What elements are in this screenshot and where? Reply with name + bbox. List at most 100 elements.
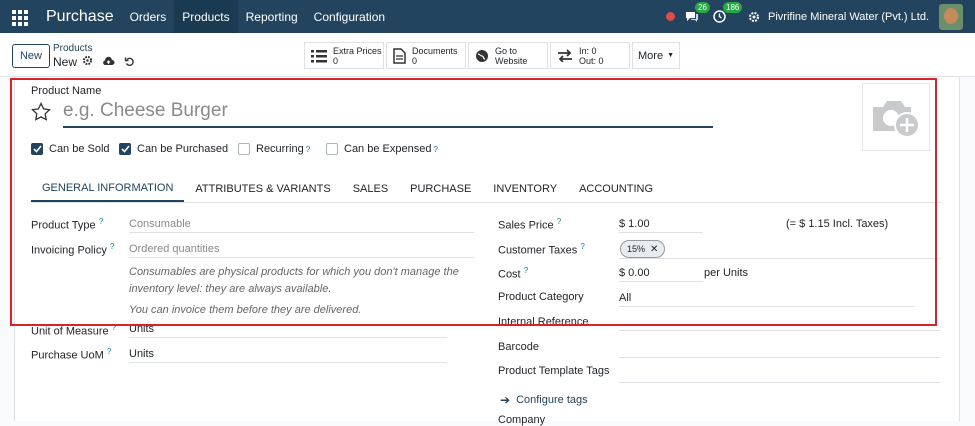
messages-button[interactable]: 26	[685, 2, 710, 23]
tax-tag-label: 15%	[627, 244, 646, 254]
in-out-button[interactable]: In: 0 Out: 0	[550, 42, 630, 69]
document-icon	[393, 47, 406, 64]
barcode-label: Barcode	[498, 341, 539, 353]
globe-icon	[476, 49, 488, 62]
can-be-purchased-label: Can be Purchased	[137, 143, 229, 155]
can-be-sold-label: Can be Sold	[49, 143, 110, 155]
camera-add-icon	[873, 101, 920, 138]
unit-of-measure-field[interactable]: Units	[129, 323, 447, 338]
breadcrumb-current-label: New	[53, 55, 78, 69]
website-label: Website	[495, 55, 528, 66]
tab-general-information[interactable]: GENERAL INFORMATION	[31, 175, 185, 202]
apps-menu-icon[interactable]	[12, 9, 30, 26]
internal-reference-input[interactable]	[619, 330, 940, 331]
invoicing-policy-select[interactable]: Ordered quantities	[129, 243, 474, 258]
go-to-website-button[interactable]: Go to Website	[468, 42, 548, 69]
checkbox-empty-icon	[238, 143, 250, 155]
arrow-right-icon: ➔	[500, 393, 511, 407]
list-icon	[311, 49, 327, 62]
checkbox-checked-icon	[119, 143, 131, 155]
checkbox-checked-icon	[31, 143, 43, 155]
new-button[interactable]: New	[12, 44, 50, 68]
barcode-input[interactable]	[619, 357, 940, 358]
more-button[interactable]: More ▼	[632, 42, 680, 69]
cost-label: Cost ?	[498, 266, 529, 281]
product-type-select[interactable]: Consumable	[129, 218, 474, 233]
extra-prices-button[interactable]: Extra Prices 0	[304, 42, 384, 69]
transfer-arrows-icon	[558, 49, 572, 62]
menu-configuration[interactable]: Configuration	[306, 0, 393, 33]
internal-reference-label: Internal Reference	[498, 316, 589, 328]
activities-count-badge: 186	[723, 2, 743, 13]
activities-button[interactable]: 186	[713, 2, 743, 23]
can-be-expensed-checkbox[interactable]: Can be Expensed?	[326, 143, 438, 155]
discard-undo-icon[interactable]	[124, 56, 135, 67]
product-type-help-text: Consumables are physical products for wh…	[129, 266, 459, 295]
unit-of-measure-label: Unit of Measure ?	[31, 323, 117, 338]
product-category-select[interactable]: All	[619, 292, 915, 307]
documents-value: 0	[412, 55, 418, 66]
incl-taxes-text: (= $ 1.15 Incl. Taxes)	[786, 218, 889, 230]
recurring-checkbox[interactable]: Recurring?	[238, 143, 310, 155]
can-be-purchased-checkbox[interactable]: Can be Purchased	[119, 143, 228, 155]
checkbox-empty-icon	[326, 143, 338, 155]
messages-count-badge: 26	[695, 2, 710, 13]
breadcrumb-products[interactable]: Products	[53, 43, 92, 54]
tab-inventory[interactable]: INVENTORY	[482, 175, 568, 202]
top-navbar: Purchase Orders Products Reporting Confi…	[0, 0, 975, 33]
configure-tags-link[interactable]: ➔ Configure tags	[500, 393, 588, 407]
save-cloud-icon[interactable]	[102, 56, 115, 67]
sales-price-label: Sales Price ?	[498, 217, 562, 232]
tag-remove-icon[interactable]: ✕	[650, 244, 658, 255]
product-template-tags-input[interactable]	[619, 382, 940, 383]
purchase-uom-label: Purchase UoM ?	[31, 347, 112, 362]
breadcrumb-current: New	[53, 55, 77, 69]
form-tabs: GENERAL INFORMATION ATTRIBUTES & VARIANT…	[31, 175, 664, 202]
recurring-label: Recurring	[256, 143, 304, 155]
company-settings-icon[interactable]	[748, 11, 760, 23]
menu-orders[interactable]: Orders	[122, 0, 175, 33]
app-name[interactable]: Purchase	[46, 8, 114, 26]
product-name-input[interactable]: e.g. Cheese Burger	[63, 100, 713, 128]
can-be-expensed-label: Can be Expensed	[344, 143, 432, 155]
company-label: Company	[498, 414, 546, 426]
status-dot-icon	[666, 12, 676, 21]
more-label: More	[638, 49, 664, 62]
clock-icon	[713, 10, 726, 23]
go-to-label: Go to	[495, 45, 518, 56]
documents-button[interactable]: Documents 0	[386, 42, 466, 69]
menu-products[interactable]: Products	[174, 0, 238, 33]
documents-label: Documents	[412, 45, 458, 56]
control-panel: New Products New Extra Prices 0 Documents…	[0, 33, 975, 77]
product-name-label: Product Name	[31, 85, 102, 97]
product-image-upload[interactable]	[862, 83, 930, 151]
product-type-label: Product Type ?	[31, 217, 104, 232]
tab-accounting[interactable]: ACCOUNTING	[568, 175, 664, 202]
caret-down-icon: ▼	[667, 51, 674, 59]
star-favorite-icon[interactable]	[31, 102, 51, 122]
invoicing-help-text: You can invoice them before they are del…	[129, 304, 362, 316]
user-avatar[interactable]	[939, 3, 963, 30]
company-name[interactable]: Pivrifine Mineral Water (Pvt.) Ltd.	[768, 11, 929, 23]
gear-icon[interactable]	[82, 55, 93, 66]
customer-taxes-field[interactable]	[619, 258, 940, 259]
can-be-sold-checkbox[interactable]: Can be Sold	[31, 143, 110, 155]
tab-attributes-variants[interactable]: ATTRIBUTES & VARIANTS	[184, 175, 341, 202]
in-count: In: 0	[579, 45, 597, 56]
menu-reporting[interactable]: Reporting	[238, 0, 306, 33]
product-template-tags-label: Product Template Tags	[498, 365, 610, 377]
tab-divider	[31, 202, 941, 203]
cost-unit-text: per Units	[704, 267, 749, 279]
out-count: Out: 0	[579, 55, 604, 66]
customer-taxes-label: Customer Taxes ?	[498, 242, 585, 257]
invoicing-policy-label: Invoicing Policy ?	[31, 242, 115, 257]
tax-tag: 15% ✕	[620, 240, 666, 258]
sales-price-input[interactable]: $ 1.00	[619, 218, 703, 233]
cost-input[interactable]: $ 0.00	[619, 267, 703, 282]
product-category-label: Product Category	[498, 291, 584, 303]
purchase-uom-field[interactable]: Units	[129, 348, 447, 363]
tab-purchase[interactable]: PURCHASE	[399, 175, 482, 202]
extra-prices-value: 0	[333, 55, 339, 66]
configure-tags-label: Configure tags	[516, 394, 588, 406]
tab-sales[interactable]: SALES	[342, 175, 399, 202]
